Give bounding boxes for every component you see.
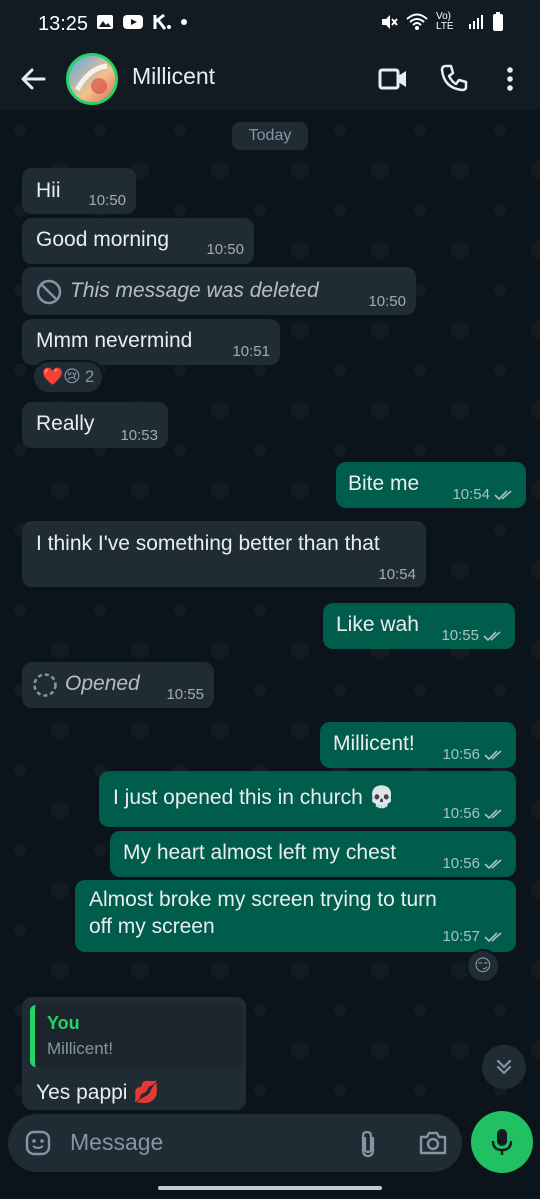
message-time: 10:50 [368,293,406,310]
message-time: 10:54 [378,566,416,583]
message-bubble[interactable]: Bite me 10:54 [336,462,526,508]
message-bubble[interactable]: Really 10:53 [22,402,168,448]
message-time: 10:55 [166,686,204,703]
gallery-icon [97,15,113,29]
deleted-message-bubble[interactable]: This message was deleted 10:50 [22,267,416,315]
reaction-emojis: 😏 [474,956,492,975]
message-text: My heart almost left my chest [123,841,397,864]
message-text-line-2: off my screen [89,915,215,938]
reaction-badge[interactable]: 😏 [466,949,500,983]
reaction-badge[interactable]: ❤️😢 2 [32,360,105,394]
message-time: 10:51 [232,343,270,360]
mic-icon [491,1129,513,1155]
message-time: 10:54 [452,486,490,503]
wifi-icon [406,13,428,30]
message-time: 10:56 [442,855,480,872]
home-gesture-handle[interactable] [158,1186,382,1190]
message-text: Really [36,412,95,435]
message-input[interactable]: Message [70,1129,163,1156]
message-text: Yes pappi 💋 [36,1081,160,1104]
double-chevron-down-icon [496,1059,512,1075]
attach-icon[interactable] [356,1129,380,1159]
message-bubble[interactable]: Hii 10:50 [22,168,136,214]
message-time: 10:55 [441,627,479,644]
read-receipt-icon [484,858,502,869]
youtube-icon [123,15,143,29]
contact-name[interactable]: Millicent [132,63,215,90]
read-receipt-icon [494,489,512,500]
message-text: This message was deleted [70,279,319,302]
network-label: Vo) LTE [436,11,454,32]
camera-icon[interactable] [418,1129,448,1157]
message-time: 10:50 [88,192,126,209]
message-text: Millicent! [333,732,415,755]
message-time: 10:56 [442,805,480,822]
emoji-icon[interactable] [24,1129,52,1157]
battery-icon [493,12,503,31]
quoted-text: Millicent! [47,1039,114,1058]
message-text: Like wah [336,613,419,636]
more-icon[interactable] [502,64,518,94]
mute-icon [382,15,398,29]
message-time: 10:50 [206,241,244,258]
date-chip: Today [232,122,308,150]
reaction-count: 2 [84,367,95,386]
message-text: Bite me [348,472,420,495]
status-bar: 13:25 Vo) LTE [0,0,540,48]
message-text: I think I've something better than that [36,532,380,555]
read-receipt-icon [484,931,502,942]
voice-message-button[interactable] [471,1111,533,1173]
message-text-line-1: Almost broke my screen trying to turn [89,888,437,911]
message-text: I just opened this in church 💀 [113,786,395,809]
message-text: Hii [36,179,61,202]
message-text: Mmm nevermind [36,329,193,352]
quoted-message[interactable]: You Millicent! [30,1005,244,1067]
reaction-emojis: ❤️😢 [42,367,81,386]
message-text: Opened [65,672,140,695]
message-bubble[interactable]: Mmm nevermind 10:51 [22,319,280,365]
message-bubble[interactable]: Millicent! 10:56 [320,722,516,768]
phone-icon[interactable] [440,64,468,92]
message-time: 10:56 [442,746,480,763]
scroll-to-bottom-button[interactable] [482,1045,526,1089]
message-time: 10:53 [120,427,158,444]
view-once-bubble[interactable]: Opened 10:55 [22,662,214,708]
chat-area[interactable]: Today Hii 10:50 Good morning 10:50 This … [0,110,540,1110]
back-arrow-icon[interactable] [18,64,48,94]
message-bubble[interactable]: My heart almost left my chest 10:56 [110,831,516,877]
read-receipt-icon [484,749,502,760]
chat-header: Millicent [0,48,540,110]
message-bubble[interactable]: I think I've something better than that … [22,521,426,587]
message-bubble[interactable]: Almost broke my screen trying to turn of… [75,880,516,952]
message-bubble[interactable]: Like wah 10:55 [323,603,515,649]
reply-message-bubble[interactable]: You Millicent! Yes pappi 💋 [22,997,246,1110]
read-receipt-icon [483,630,501,641]
message-composer[interactable]: Message [8,1114,462,1172]
dot-icon [181,19,187,25]
view-once-opened-icon [33,673,57,697]
message-time: 10:57 [442,928,480,945]
message-bubble[interactable]: Good morning 10:50 [22,218,254,264]
deleted-icon [36,279,62,305]
quoted-author: You [47,1013,80,1033]
avatar[interactable] [66,53,118,105]
signal-icon [469,15,483,29]
read-receipt-icon [484,808,502,819]
message-bubble[interactable]: I just opened this in church 💀 10:56 [99,771,516,827]
status-time: 13:25 [38,13,89,35]
system-nav-bar [0,1176,540,1199]
video-call-icon[interactable] [378,66,408,92]
message-text: Good morning [36,228,170,251]
k-app-icon [153,13,171,30]
